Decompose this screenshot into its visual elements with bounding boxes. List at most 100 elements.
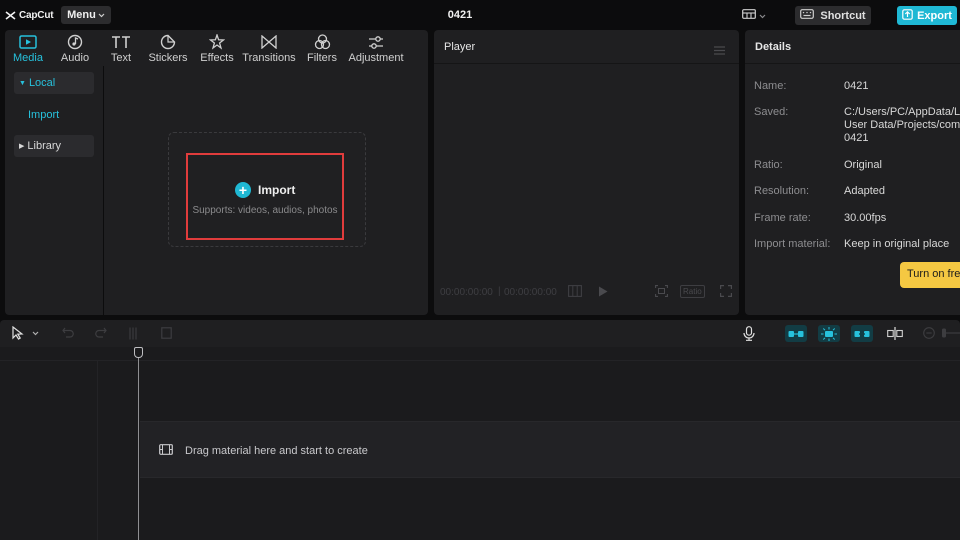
menu-button[interactable]: Menu <box>61 6 111 24</box>
undo-icon[interactable] <box>62 327 74 338</box>
detail-key: Prox: <box>754 274 780 286</box>
tab-media[interactable]: Media <box>8 30 48 66</box>
tab-transitions-label: Transitions <box>242 52 296 64</box>
main-track-magnet-icon[interactable] <box>785 325 807 342</box>
shortcut-label: Shortcut <box>820 9 866 22</box>
total-timecode: 00:00:00:00 <box>504 287 557 298</box>
app-logo: CapCut <box>5 8 54 22</box>
chevron-down-icon <box>759 6 766 24</box>
player-header: Player <box>434 30 739 64</box>
project-title[interactable]: 0421 <box>430 9 490 21</box>
drag-hint: Drag material here and start to create <box>159 442 368 460</box>
app-name: CapCut <box>19 9 54 21</box>
transitions-icon <box>261 34 277 50</box>
export-button[interactable]: Export <box>897 6 957 25</box>
crop-focus-icon[interactable] <box>655 285 668 300</box>
stickers-icon <box>160 34 176 50</box>
linkage-icon[interactable] <box>851 325 873 342</box>
layout-button[interactable] <box>742 8 772 22</box>
tab-audio[interactable]: Audio <box>55 30 95 66</box>
redo-icon[interactable] <box>95 327 107 338</box>
hamburger-menu-icon[interactable] <box>714 42 725 60</box>
capcut-logo-icon <box>5 10 16 20</box>
chevron-down-icon <box>98 9 105 21</box>
preview-axis-icon[interactable] <box>884 325 906 342</box>
timeline-ruler[interactable] <box>0 347 960 361</box>
turn-on-tooltip[interactable]: Turn on free <box>900 262 960 288</box>
caret-down-icon: ▼ <box>19 79 26 87</box>
menu-label: Menu <box>67 9 96 21</box>
tab-effects[interactable]: Effects <box>197 30 237 66</box>
playhead-line[interactable] <box>138 347 139 540</box>
tab-audio-label: Audio <box>60 52 90 64</box>
import-button[interactable]: + Import <box>235 182 295 198</box>
caret-right-icon: ▶ <box>19 143 25 150</box>
select-cursor-icon[interactable] <box>12 326 24 340</box>
tab-transitions[interactable]: Transitions <box>241 30 297 66</box>
sidebar-item-local-label: Local <box>28 77 56 89</box>
detail-value: Adapted <box>844 185 885 197</box>
zoom-slider[interactable] <box>940 328 960 338</box>
tab-adjustment-label: Adjustment <box>348 52 404 64</box>
timeline-area[interactable]: Drag material here and start to create <box>0 347 960 540</box>
zoom-out-icon[interactable] <box>923 327 935 339</box>
tab-stickers[interactable]: Stickers <box>146 30 190 66</box>
player-controls: 00:00:00:00 | 00:00:00:00 Ratio <box>434 282 739 302</box>
play-icon[interactable] <box>598 286 608 300</box>
filters-icon <box>314 34 331 50</box>
current-timecode: 00:00:00:00 <box>440 287 493 298</box>
shortcut-button[interactable]: Shortcut <box>795 6 871 25</box>
layout-icon <box>742 6 756 24</box>
effects-icon <box>209 34 225 50</box>
microphone-icon[interactable] <box>743 326 755 341</box>
drag-hint-text: Drag material here and start to create <box>185 444 368 457</box>
split-icon[interactable] <box>128 327 138 340</box>
detail-value: 30.00fps <box>844 212 887 224</box>
grid-view-icon[interactable] <box>568 285 582 300</box>
audio-icon <box>67 34 83 50</box>
detail-key: Ratio: <box>754 159 783 171</box>
import-label: Import <box>258 183 296 197</box>
keyboard-icon <box>800 9 815 22</box>
export-icon <box>902 8 913 23</box>
title-bar: CapCut Menu 0421 Shortcut Export <box>0 0 960 30</box>
media-icon <box>19 34 37 50</box>
tab-adjustment[interactable]: Adjustment <box>346 30 406 66</box>
film-strip-icon <box>159 442 173 460</box>
sidebar-item-library-label: Library <box>27 140 62 152</box>
details-header: Details <box>745 30 960 64</box>
chevron-down-icon[interactable] <box>32 331 39 336</box>
playhead-handle[interactable] <box>134 347 143 358</box>
tab-media-label: Media <box>13 52 43 64</box>
auto-snapping-icon[interactable] <box>818 325 840 342</box>
detail-key: Name: <box>754 80 787 92</box>
delete-icon[interactable] <box>161 327 172 339</box>
plus-icon: + <box>235 182 251 198</box>
detail-value: Keep in original place <box>844 238 950 250</box>
tab-filters[interactable]: Filters <box>303 30 341 66</box>
tool-tabs: Media Audio Text Stickers Effects Transi… <box>5 30 428 66</box>
adjustment-icon <box>368 34 384 50</box>
sidebar-item-local[interactable]: ▼ Local <box>14 72 94 94</box>
tab-text-label: Text <box>110 52 132 64</box>
export-label: Export <box>917 9 952 22</box>
player-title: Player <box>444 41 476 53</box>
track-header-divider <box>97 361 98 540</box>
tab-text[interactable]: Text <box>103 30 139 66</box>
details-title: Details <box>755 41 792 53</box>
tab-effects-label: Effects <box>200 52 234 64</box>
sidebar-item-library[interactable]: ▶ Library <box>14 135 94 157</box>
text-icon <box>111 34 131 50</box>
detail-key: Saved: <box>754 106 789 118</box>
detail-key: Import material: <box>754 238 831 250</box>
detail-value: Original <box>844 159 882 171</box>
tab-filters-label: Filters <box>307 52 337 64</box>
player-panel: Player 00:00:00:00 | 00:00:00:00 Ratio <box>434 30 739 315</box>
tab-stickers-label: Stickers <box>148 52 188 64</box>
timecode-separator: | <box>498 286 501 297</box>
fullscreen-icon[interactable] <box>720 285 732 300</box>
detail-key: Resolution: <box>754 185 810 197</box>
sidebar-item-import[interactable]: Import <box>14 104 94 126</box>
detail-value: 0421 <box>844 80 869 92</box>
ratio-button[interactable]: Ratio <box>680 285 705 298</box>
